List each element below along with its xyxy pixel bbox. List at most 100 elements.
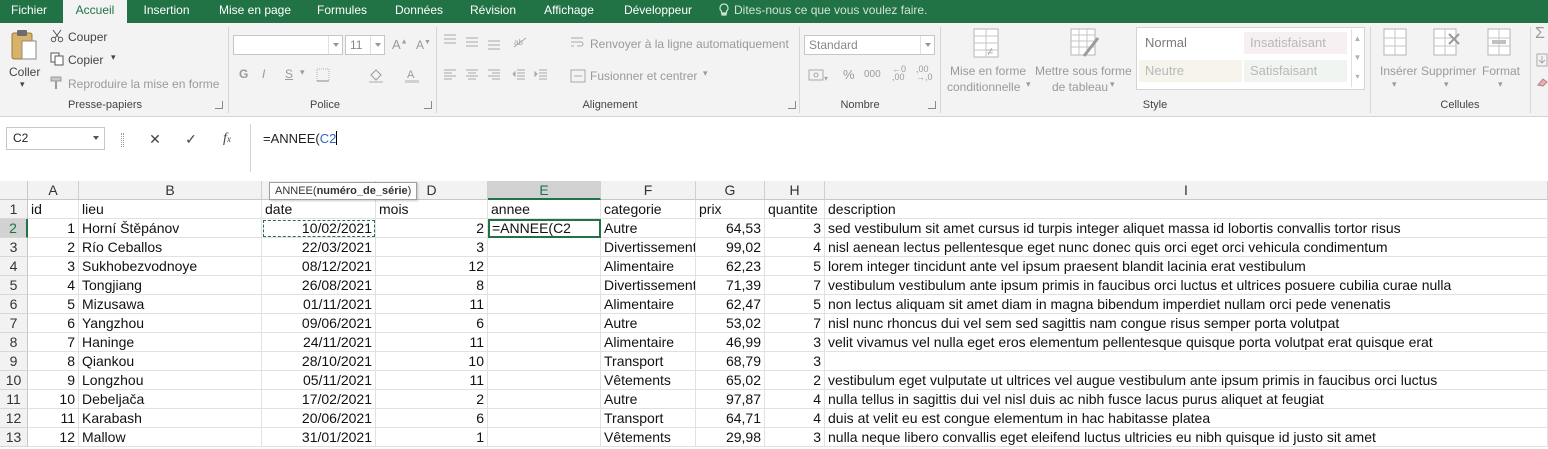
cell-f3[interactable]: Divertissement [601,238,696,257]
row-header-3[interactable]: 3 [0,238,28,257]
cell-e4[interactable] [488,257,601,276]
cell-e2[interactable]: =ANNEE(C2 [488,219,601,238]
worksheet-grid[interactable]: ABCDEFGHI 12345678910111213 idlieudatemo… [0,181,1548,449]
tab-revision[interactable]: Révision [462,0,524,23]
cell-i7[interactable]: nisl nunc rhoncus dui vel sem sed sagitt… [825,314,1548,333]
cell-d7[interactable]: 6 [376,314,488,333]
cell-c3[interactable]: 22/03/2021 [262,238,376,257]
format-as-table-button[interactable]: Mettre sous forme [1035,64,1132,78]
cell-g9[interactable]: 68,79 [696,352,765,371]
cell-d2[interactable]: 2 [376,219,488,238]
tab-fichier[interactable]: Fichier [0,0,58,23]
autosum-icon[interactable]: Σ [1535,25,1545,43]
column-header-f[interactable]: F [601,181,696,200]
cell-e13[interactable] [488,428,601,447]
cell-a10[interactable]: 9 [28,371,79,390]
column-header-a[interactable]: A [28,181,79,200]
decrease-decimal-icon[interactable]: ,00 →,0 [916,65,933,82]
style-insatisfaisant[interactable]: Insatisfaisant [1244,32,1347,54]
cell-g8[interactable]: 46,99 [696,333,765,352]
cell-b4[interactable]: Sukhobezvodnoye [79,257,262,276]
cell-h11[interactable]: 4 [765,390,825,409]
cell-c1[interactable]: date [262,200,376,219]
cell-f8[interactable]: Alimentaire [601,333,696,352]
cell-f11[interactable]: Autre [601,390,696,409]
cell-f2[interactable]: Autre [601,219,696,238]
row-header-9[interactable]: 9 [0,352,28,371]
merge-dropdown-icon[interactable]: ▾ [703,68,708,79]
cell-e12[interactable] [488,409,601,428]
cell-b12[interactable]: Karabash [79,409,262,428]
cell-a5[interactable]: 4 [28,276,79,295]
cell-g1[interactable]: prix [696,200,765,219]
conditional-formatting-button-line2[interactable]: conditionnelle [947,80,1020,94]
row-header-12[interactable]: 12 [0,409,28,428]
cell-d3[interactable]: 3 [376,238,488,257]
tab-donnees[interactable]: Données [386,0,452,23]
row-header-2[interactable]: 2 [0,219,28,238]
clear-icon[interactable] [1536,76,1548,90]
increase-indent-icon[interactable] [534,69,548,84]
cell-c8[interactable]: 24/11/2021 [262,333,376,352]
align-top-icon[interactable] [443,34,457,49]
column-header-i[interactable]: I [825,181,1548,200]
cell-a13[interactable]: 12 [28,428,79,447]
orientation-icon[interactable]: ab [512,35,530,52]
cell-g12[interactable]: 64,71 [696,409,765,428]
paste-icon[interactable] [8,29,40,68]
paste-dropdown-icon[interactable]: ▾ [20,79,25,90]
cell-g4[interactable]: 62,23 [696,257,765,276]
cell-i2[interactable]: sed vestibulum sit amet cursus id turpis… [825,219,1548,238]
delete-cells-button[interactable]: Supprimer [1421,64,1476,78]
cell-i9[interactable] [825,352,1548,371]
cell-h2[interactable]: 3 [765,219,825,238]
cell-i10[interactable]: vestibulum eget vulputate ut ultrices ve… [825,371,1548,390]
cell-d5[interactable]: 8 [376,276,488,295]
cell-i13[interactable]: nulla neque libero convallis eget eleife… [825,428,1548,447]
font-name-combo[interactable] [233,35,343,55]
cell-a9[interactable]: 8 [28,352,79,371]
cell-c4[interactable]: 08/12/2021 [262,257,376,276]
cell-f9[interactable]: Transport [601,352,696,371]
row-header-10[interactable]: 10 [0,371,28,390]
shrink-font-icon[interactable]: A▼ [416,38,431,52]
column-header-h[interactable]: H [765,181,825,200]
cell-i3[interactable]: nisl aenean lectus pellentesque eget nun… [825,238,1548,257]
cell-d11[interactable]: 2 [376,390,488,409]
align-bottom-icon[interactable] [487,38,501,53]
underline-dropdown-icon[interactable]: ▾ [300,67,305,78]
cell-b6[interactable]: Mizusawa [79,295,262,314]
cell-e1[interactable]: annee [488,200,601,219]
cell-a2[interactable]: 1 [28,219,79,238]
cell-d9[interactable]: 10 [376,352,488,371]
cell-a4[interactable]: 3 [28,257,79,276]
cell-g5[interactable]: 71,39 [696,276,765,295]
decrease-indent-icon[interactable] [512,69,526,84]
cell-b8[interactable]: Haninge [79,333,262,352]
cell-h5[interactable]: 7 [765,276,825,295]
cell-i5[interactable]: vestibulum vestibulum ante ipsum primis … [825,276,1548,295]
cell-i12[interactable]: duis at velit eu est congue elementum in… [825,409,1548,428]
cell-c6[interactable]: 01/11/2021 [262,295,376,314]
tab-insertion[interactable]: Insertion [133,0,200,23]
font-launcher-icon[interactable] [424,101,432,109]
bold-button[interactable]: G [239,67,248,81]
cell-d6[interactable]: 11 [376,295,488,314]
cell-e5[interactable] [488,276,601,295]
cell-g3[interactable]: 99,02 [696,238,765,257]
cell-h8[interactable]: 3 [765,333,825,352]
cell-i11[interactable]: nulla tellus in sagittis dui vel nisl du… [825,390,1548,409]
align-center-icon[interactable] [465,69,479,84]
cell-i6[interactable]: non lectus aliquam sit amet diam in magn… [825,295,1548,314]
tab-affichage[interactable]: Affichage [534,0,604,23]
cell-h9[interactable]: 3 [765,352,825,371]
cell-h6[interactable]: 5 [765,295,825,314]
cell-c2[interactable]: 10/02/2021 [262,219,376,238]
cell-a11[interactable]: 10 [28,390,79,409]
format-table-dropdown-icon[interactable]: ▾ [1110,79,1115,90]
cell-a8[interactable]: 7 [28,333,79,352]
tab-accueil[interactable]: Accueil [63,0,127,23]
thousands-separator-icon[interactable]: 000 [864,69,881,80]
cell-h7[interactable]: 7 [765,314,825,333]
cell-g2[interactable]: 64,53 [696,219,765,238]
